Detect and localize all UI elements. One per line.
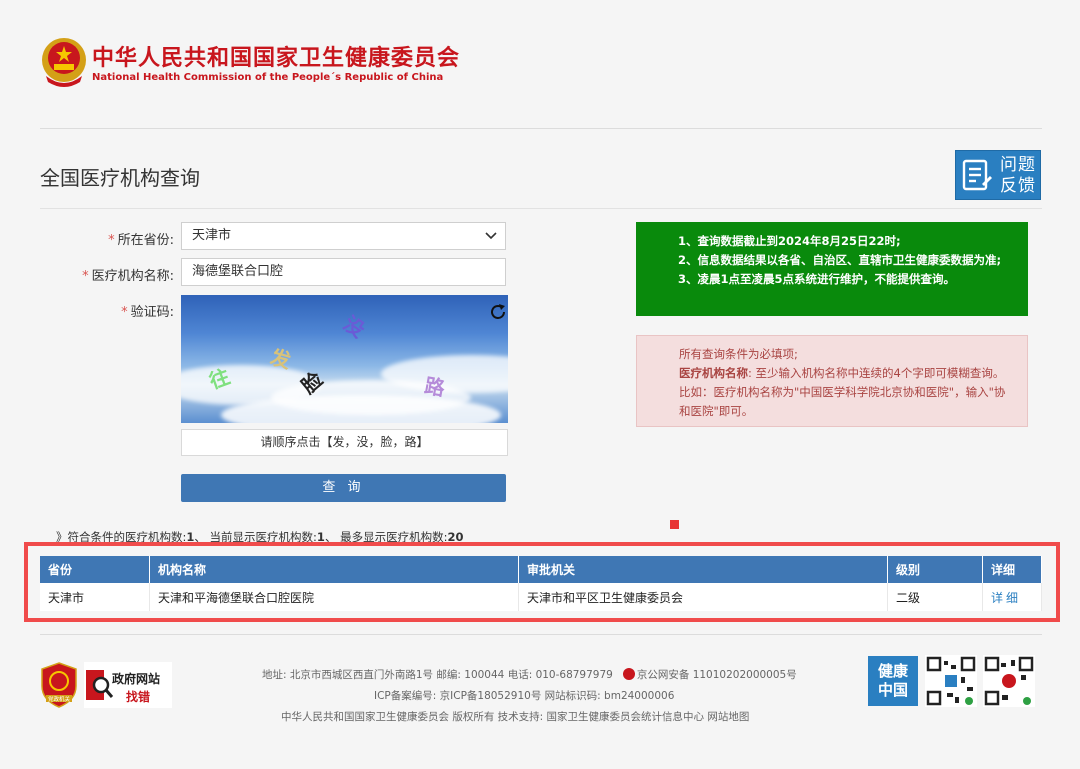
data-notice: 1、查询数据截止到2024年8月25日22时; 2、信息数据结果以各省、自治区、… <box>636 222 1028 316</box>
captcha-image[interactable]: 往 发 没 脸 路 <box>181 295 508 423</box>
header-province: 省份 <box>40 556 150 583</box>
footer-icp-line: ICP备案编号: 京ICP备18052910号 网站标识码: bm2400000… <box>374 690 675 702</box>
shield-badge-label: 党政机关 <box>48 695 71 703</box>
party-government-shield-icon[interactable]: 党政机关 <box>40 662 78 708</box>
footer-divider <box>40 634 1042 635</box>
footer-address-line: 地址: 北京市西城区西直门外南路1号 邮编: 100044 电话: 010-68… <box>262 668 797 681</box>
feedback-label-1: 问题 <box>1000 155 1036 175</box>
header-approval-authority: 审批机关 <box>518 556 888 583</box>
table-header-row: 省份 机构名称 审批机关 级别 详细 <box>40 556 1042 583</box>
province-label: * 所在省份: <box>108 233 174 248</box>
cell-level: 二级 <box>887 583 983 611</box>
qr-code-icon <box>925 655 977 707</box>
captcha-label: * 验证码: <box>121 305 174 320</box>
institution-name-label: * 医疗机构名称: <box>82 269 174 284</box>
header-divider <box>40 128 1042 129</box>
cell-province: 天津市 <box>40 583 150 611</box>
police-badge-icon <box>622 668 635 680</box>
captcha-char[interactable]: 没 <box>338 308 371 343</box>
magnifier-icon <box>86 670 114 700</box>
header-institution-name: 机构名称 <box>149 556 519 583</box>
search-requirements-notice: 所有查询条件为必填项; 医疗机构名称: 至少输入机构名称中连续的4个字即可模糊查… <box>636 335 1028 427</box>
captcha-hint: 请顺序点击【发，没，脸，路】 <box>181 429 508 456</box>
national-emblem-icon <box>42 38 86 87</box>
table-row: 天津市 天津和平海德堡联合口腔医院 天津市和平区卫生健康委员会 二级 详细 <box>40 583 1042 611</box>
province-select[interactable]: 天津市 <box>181 222 506 250</box>
header-detail: 详细 <box>982 556 1042 583</box>
header-level: 级别 <box>887 556 983 583</box>
refresh-icon[interactable] <box>489 303 507 321</box>
feedback-icon <box>962 159 992 191</box>
feedback-label-2: 反馈 <box>1000 176 1036 196</box>
footer-copyright-line: 中华人民共和国国家卫生健康委员会 版权所有 技术支持: 国家卫生健康委员会统计信… <box>281 711 750 723</box>
red-marker <box>670 520 679 529</box>
institution-name-input[interactable]: 海德堡联合口腔 <box>181 258 506 286</box>
qr-code-icon <box>983 655 1035 707</box>
title-divider <box>40 208 1042 209</box>
site-title-english: National Health Commission of the People… <box>92 72 444 83</box>
site-title: 中华人民共和国国家卫生健康委员会 <box>92 46 461 71</box>
feedback-button[interactable]: 问题 反馈 <box>955 150 1041 200</box>
cell-institution-name: 天津和平海德堡联合口腔医院 <box>149 583 519 611</box>
results-table: 省份 机构名称 审批机关 级别 详细 天津市 天津和平海德堡联合口腔医院 天津市… <box>40 556 1042 611</box>
detail-link[interactable]: 详细 <box>982 583 1042 611</box>
page-title: 全国医疗机构查询 <box>40 166 200 190</box>
chevron-down-icon <box>485 232 497 240</box>
healthy-china-logo[interactable]: 健康 中国 <box>868 656 918 706</box>
cell-approval-authority: 天津市和平区卫生健康委员会 <box>518 583 888 611</box>
gov-site-error-report-badge[interactable]: 政府网站 找错 <box>84 662 172 708</box>
query-button[interactable]: 查 询 <box>181 474 506 502</box>
